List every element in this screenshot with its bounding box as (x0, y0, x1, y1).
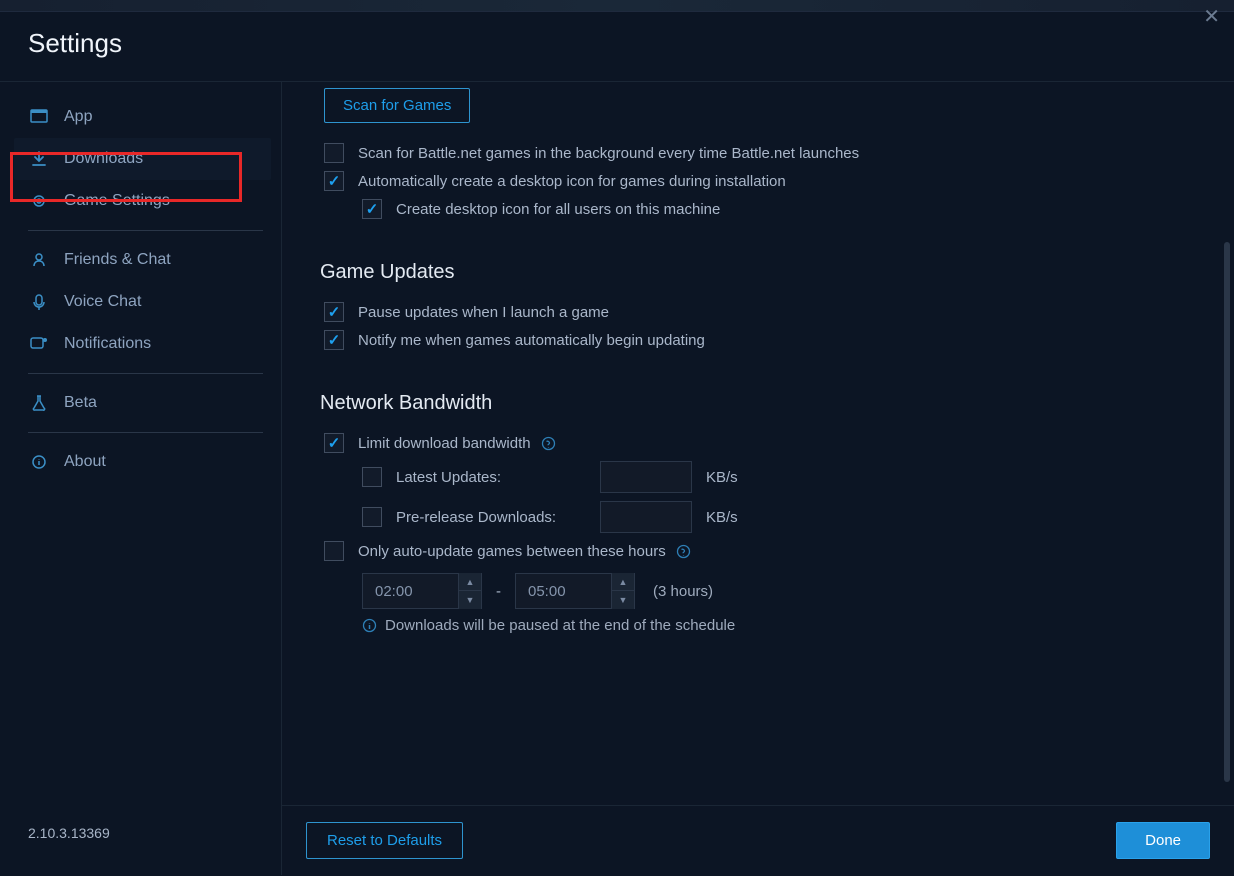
scan-background-label: Scan for Battle.net games in the backgro… (358, 145, 859, 162)
sidebar-item-label: Game Settings (64, 192, 170, 210)
scrollbar[interactable] (1224, 242, 1230, 782)
sidebar-item-about[interactable]: About (14, 441, 271, 483)
spinner-down-icon[interactable]: ▼ (612, 591, 634, 609)
help-icon[interactable] (676, 544, 691, 559)
unit-label: KB/s (706, 509, 738, 526)
all-users-checkbox[interactable] (362, 199, 382, 219)
prerelease-checkbox[interactable] (362, 507, 382, 527)
auto-desktop-icon-checkbox[interactable] (324, 171, 344, 191)
pause-updates-checkbox[interactable] (324, 302, 344, 322)
pause-updates-label: Pause updates when I launch a game (358, 304, 609, 321)
divider (28, 230, 263, 231)
sidebar-item-label: Friends & Chat (64, 251, 171, 269)
start-time-input[interactable]: 02:00 ▲ ▼ (362, 573, 482, 609)
help-icon[interactable] (541, 436, 556, 451)
info-icon (362, 618, 377, 633)
friends-icon (28, 251, 50, 269)
app-icon (28, 108, 50, 126)
auto-update-hours-label: Only auto-update games between these hou… (358, 543, 666, 560)
info-icon (28, 453, 50, 471)
divider (28, 373, 263, 374)
latest-updates-input[interactable] (600, 461, 692, 493)
auto-update-hours-checkbox[interactable] (324, 541, 344, 561)
done-button[interactable]: Done (1116, 822, 1210, 859)
latest-updates-label: Latest Updates: (396, 469, 600, 486)
latest-updates-checkbox[interactable] (362, 467, 382, 487)
reset-defaults-button[interactable]: Reset to Defaults (306, 822, 463, 859)
prerelease-label: Pre-release Downloads: (396, 509, 600, 526)
gear-icon (28, 192, 50, 210)
game-updates-title: Game Updates (320, 261, 1196, 284)
spinner-down-icon[interactable]: ▼ (459, 591, 481, 609)
bandwidth-title: Network Bandwidth (320, 392, 1196, 415)
sidebar-item-label: Beta (64, 394, 97, 412)
prerelease-input[interactable] (600, 501, 692, 533)
limit-bandwidth-checkbox[interactable] (324, 433, 344, 453)
mic-icon (28, 293, 50, 311)
beta-icon (28, 394, 50, 412)
sidebar-item-notifications[interactable]: Notifications (14, 323, 271, 365)
notify-updates-checkbox[interactable] (324, 330, 344, 350)
sidebar-item-beta[interactable]: Beta (14, 382, 271, 424)
sidebar-item-label: App (64, 108, 92, 126)
sidebar-item-label: Notifications (64, 335, 151, 353)
spinner-up-icon[interactable]: ▲ (459, 573, 481, 591)
auto-desktop-icon-label: Automatically create a desktop icon for … (358, 173, 786, 190)
version-label: 2.10.3.13369 (14, 815, 271, 861)
limit-bandwidth-label: Limit download bandwidth (358, 435, 531, 452)
end-time-input[interactable]: 05:00 ▲ ▼ (515, 573, 635, 609)
sidebar-item-label: Voice Chat (64, 293, 141, 311)
dash-separator: - (496, 583, 501, 600)
spinner-up-icon[interactable]: ▲ (612, 573, 634, 591)
divider (28, 432, 263, 433)
unit-label: KB/s (706, 469, 738, 486)
sidebar-item-label: Downloads (64, 150, 143, 168)
sidebar: App Downloads Game Settings Friends & Ch… (0, 81, 282, 875)
all-users-label: Create desktop icon for all users on thi… (396, 201, 720, 218)
notification-icon (28, 335, 50, 353)
scan-games-button[interactable]: Scan for Games (324, 88, 470, 123)
page-title: Settings (28, 28, 1206, 59)
sidebar-item-voice[interactable]: Voice Chat (14, 281, 271, 323)
duration-label: (3 hours) (653, 583, 713, 600)
sidebar-item-game-settings[interactable]: Game Settings (14, 180, 271, 222)
scan-background-checkbox[interactable] (324, 143, 344, 163)
sidebar-item-label: About (64, 453, 106, 471)
end-time-value: 05:00 (516, 583, 611, 600)
start-time-value: 02:00 (363, 583, 458, 600)
sidebar-item-app[interactable]: App (14, 96, 271, 138)
download-icon (28, 150, 50, 168)
notify-updates-label: Notify me when games automatically begin… (358, 332, 705, 349)
schedule-info-label: Downloads will be paused at the end of t… (385, 617, 735, 634)
sidebar-item-friends[interactable]: Friends & Chat (14, 239, 271, 281)
close-icon[interactable]: ✕ (1203, 4, 1220, 29)
sidebar-item-downloads[interactable]: Downloads (14, 138, 271, 180)
